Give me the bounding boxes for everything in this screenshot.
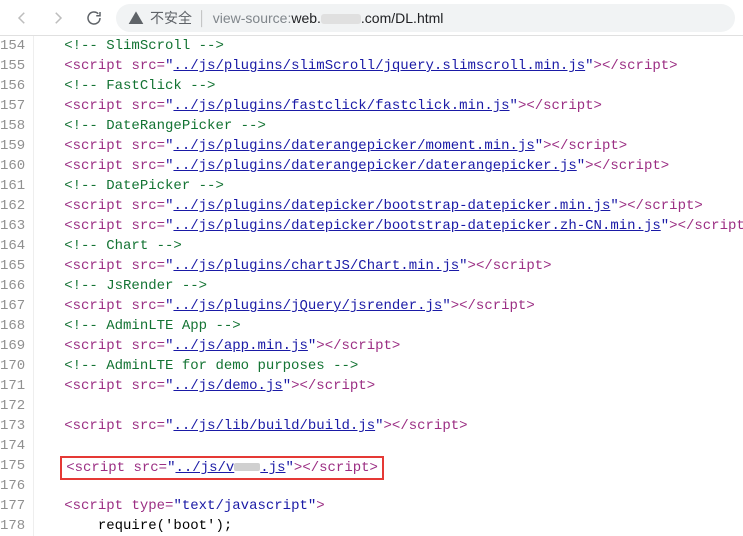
src-link[interactable]: ../js/app.min.js — [173, 338, 307, 354]
line-number: 160 — [0, 156, 25, 176]
code-line: <!-- JsRender --> — [40, 276, 743, 296]
src-link[interactable]: ../js/plugins/datepicker/bootstrap-datep… — [173, 198, 610, 214]
browser-toolbar: 不安全 │ view-source:web..com/DL.html — [0, 0, 743, 36]
address-bar[interactable]: 不安全 │ view-source:web..com/DL.html — [116, 4, 735, 32]
redacted-filename — [234, 463, 260, 471]
line-number: 163 — [0, 216, 25, 236]
src-link[interactable]: ../js/plugins/daterangepicker/moment.min… — [173, 138, 534, 154]
line-number: 175 — [0, 456, 25, 476]
src-link[interactable]: ../js/plugins/slimScroll/jquery.slimscro… — [173, 58, 585, 74]
code-line: <script type="text/javascript"> — [40, 496, 743, 516]
line-number: 174 — [0, 436, 25, 456]
address-separator: │ — [198, 10, 207, 26]
code-line: <script src="../js/lib/build/build.js"><… — [40, 416, 743, 436]
line-number: 156 — [0, 76, 25, 96]
line-number: 155 — [0, 56, 25, 76]
code-line: <script src="../js/plugins/datepicker/bo… — [40, 196, 743, 216]
code-line: <script src="../js/plugins/chartJS/Chart… — [40, 256, 743, 276]
src-link[interactable]: ../js/plugins/datepicker/bootstrap-datep… — [173, 218, 660, 234]
line-number: 171 — [0, 376, 25, 396]
src-link[interactable]: ../js/demo.js — [173, 378, 282, 394]
line-number: 168 — [0, 316, 25, 336]
src-link[interactable]: ../js/v.js — [175, 460, 285, 476]
arrow-right-icon — [49, 9, 67, 27]
code-line: <script src="../js/demo.js"></script> — [40, 376, 743, 396]
address-url: view-source:web..com/DL.html — [213, 10, 444, 26]
src-link[interactable]: ../js/lib/build/build.js — [173, 418, 375, 434]
code-line: <!-- DatePicker --> — [40, 176, 743, 196]
code-line: <script src="../js/plugins/jQuery/jsrend… — [40, 296, 743, 316]
line-number: 157 — [0, 96, 25, 116]
code-line: <!-- AdminLTE for demo purposes --> — [40, 356, 743, 376]
security-label: 不安全 — [150, 8, 192, 28]
code-line: <!-- Chart --> — [40, 236, 743, 256]
code-line: <script src="../js/plugins/fastclick/fas… — [40, 96, 743, 116]
forward-button[interactable] — [44, 4, 72, 32]
warning-icon — [128, 10, 144, 26]
line-number: 173 — [0, 416, 25, 436]
line-number-gutter: 1541551561571581591601611621631641651661… — [0, 36, 34, 536]
code-line: <!-- SlimScroll --> — [40, 36, 743, 56]
line-number: 162 — [0, 196, 25, 216]
src-link[interactable]: ../js/plugins/chartJS/Chart.min.js — [173, 258, 459, 274]
line-number: 170 — [0, 356, 25, 376]
source-view: 1541551561571581591601611621631641651661… — [0, 36, 743, 536]
line-number: 164 — [0, 236, 25, 256]
code-line: <!-- DateRangePicker --> — [40, 116, 743, 136]
code-line: <script src="../js/plugins/daterangepick… — [40, 136, 743, 156]
line-number: 178 — [0, 516, 25, 536]
back-button[interactable] — [8, 4, 36, 32]
line-number: 154 — [0, 36, 25, 56]
code-line: <script src="../js/v.js"></script> — [40, 456, 743, 476]
line-number: 169 — [0, 336, 25, 356]
code-line: <script src="../js/app.min.js"></script> — [40, 336, 743, 356]
code-line: require('boot'); — [40, 516, 743, 536]
src-link[interactable]: ../js/plugins/jQuery/jsrender.js — [173, 298, 442, 314]
arrow-left-icon — [13, 9, 31, 27]
line-number: 159 — [0, 136, 25, 156]
line-number: 158 — [0, 116, 25, 136]
redacted-host — [321, 14, 361, 24]
code-line — [40, 436, 743, 456]
line-number: 176 — [0, 476, 25, 496]
line-number: 161 — [0, 176, 25, 196]
code-line: <script src="../js/plugins/slimScroll/jq… — [40, 56, 743, 76]
reload-button[interactable] — [80, 4, 108, 32]
source-code[interactable]: <!-- SlimScroll --><script src="../js/pl… — [34, 36, 743, 536]
code-line: <script src="../js/plugins/datepicker/bo… — [40, 216, 743, 236]
src-link[interactable]: ../js/plugins/daterangepicker/daterangep… — [173, 158, 576, 174]
line-number: 166 — [0, 276, 25, 296]
code-line: <script src="../js/plugins/daterangepick… — [40, 156, 743, 176]
line-number: 165 — [0, 256, 25, 276]
code-line: <!-- FastClick --> — [40, 76, 743, 96]
line-number: 167 — [0, 296, 25, 316]
line-number: 177 — [0, 496, 25, 516]
highlighted-line: <script src="../js/v.js"></script> — [60, 456, 384, 480]
line-number: 172 — [0, 396, 25, 416]
code-line: <!-- AdminLTE App --> — [40, 316, 743, 336]
reload-icon — [85, 9, 103, 27]
src-link[interactable]: ../js/plugins/fastclick/fastclick.min.js — [173, 98, 509, 114]
code-line — [40, 396, 743, 416]
